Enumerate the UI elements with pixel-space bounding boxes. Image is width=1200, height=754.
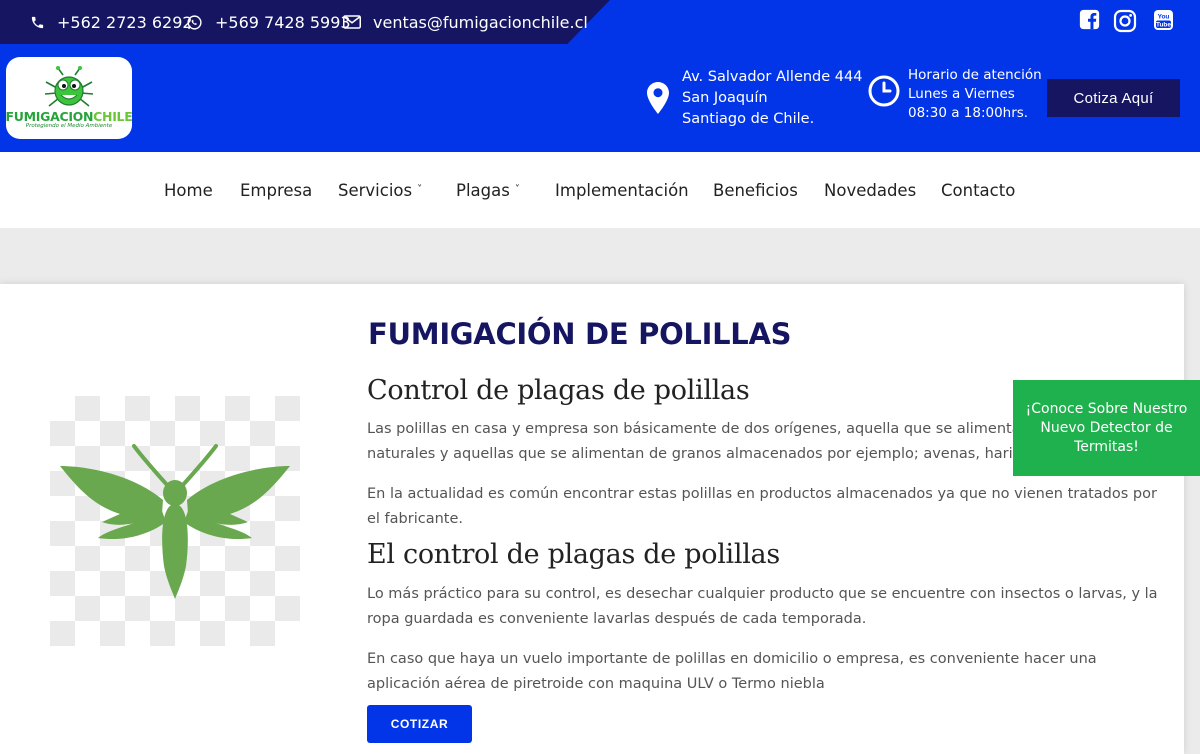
paragraph-3: Lo más práctico para su control, es dese… bbox=[367, 586, 1158, 627]
whatsapp-link[interactable]: +569 7428 5993 bbox=[186, 0, 351, 44]
moth-image bbox=[50, 396, 300, 646]
address-block: Av. Salvador Allende 444 San Joaquín San… bbox=[682, 67, 862, 130]
section-heading-2: El control de plagas de polillas bbox=[367, 539, 780, 570]
instagram-link[interactable] bbox=[1113, 9, 1137, 33]
logo-word-b: CHILE bbox=[93, 109, 133, 124]
whatsapp-icon bbox=[187, 14, 202, 30]
instagram-icon bbox=[1113, 9, 1137, 33]
svg-text:You: You bbox=[1158, 14, 1170, 21]
youtube-icon: YouTube bbox=[1154, 10, 1173, 30]
nav-item-home[interactable]: Home bbox=[164, 181, 213, 200]
whatsapp-text: +569 7428 5993 bbox=[215, 12, 351, 32]
phone-icon bbox=[31, 16, 44, 28]
main-nav: Home Empresa Servicios ˅ Plagas ˅ Implemen… bbox=[0, 152, 1200, 228]
email-link[interactable]: ventas@fumigacionchile.cl bbox=[343, 0, 588, 44]
phone-link[interactable]: +562 2723 6292 bbox=[30, 0, 193, 44]
nav-label: Empresa bbox=[240, 181, 313, 200]
youtube-link[interactable]: You Tube bbox=[1153, 9, 1174, 31]
moth-icon bbox=[60, 444, 290, 599]
termite-detector-promo[interactable]: ¡Conoce Sobre Nuestro Nuevo Detector de … bbox=[1013, 380, 1200, 476]
nav-item-beneficios[interactable]: Beneficios bbox=[713, 181, 798, 200]
site-header: FUMIGACIONCHILE Protegiendo el Medio Amb… bbox=[0, 44, 1200, 152]
opening-hours: Horario de atención Lunes a Viernes 08:3… bbox=[908, 66, 1042, 123]
email-text: ventas@fumigacionchile.cl bbox=[373, 12, 588, 32]
svg-text:Tube: Tube bbox=[1156, 22, 1171, 29]
nav-item-novedades[interactable]: Novedades bbox=[824, 181, 916, 200]
nav-label: Contacto bbox=[941, 181, 1016, 200]
phone-text: +562 2723 6292 bbox=[57, 12, 193, 32]
address-line-3: Santiago de Chile. bbox=[682, 111, 815, 127]
page-title: FUMIGACIÓN DE POLILLAS bbox=[368, 317, 792, 351]
nav-label: Plagas bbox=[456, 181, 510, 200]
facebook-link[interactable] bbox=[1079, 9, 1100, 30]
paragraph-4: En caso que haya un vuelo importante de … bbox=[367, 651, 1097, 692]
nav-label: Servicios bbox=[338, 181, 413, 200]
content-card: FUMIGACIÓN DE POLILLAS Control de plagas… bbox=[0, 284, 1184, 754]
address-line-2: San Joaquín bbox=[682, 90, 768, 106]
chevron-down-icon: ˅ bbox=[514, 184, 520, 195]
logo-tagline: Protegiendo el Medio Ambiente bbox=[25, 123, 113, 129]
paragraph-2: En la actualidad es común encontrar esta… bbox=[367, 486, 1157, 527]
chevron-down-icon: ˅ bbox=[417, 184, 423, 195]
logo-wordmark: FUMIGACIONCHILE bbox=[6, 110, 133, 123]
address-line-1: Av. Salvador Allende 444 bbox=[682, 69, 863, 85]
nav-item-plagas[interactable]: Plagas ˅ bbox=[456, 181, 520, 200]
nav-item-servicios[interactable]: Servicios ˅ bbox=[338, 181, 422, 200]
promo-text: ¡Conoce Sobre Nuestro Nuevo Detector de … bbox=[1025, 400, 1188, 455]
envelope-icon bbox=[343, 15, 361, 29]
bug-mascot-icon bbox=[44, 66, 94, 107]
nav-item-implementacion[interactable]: Implementación bbox=[555, 181, 689, 200]
clock-icon bbox=[868, 75, 900, 107]
hours-line-3: 08:30 a 18:00hrs. bbox=[908, 105, 1029, 121]
nav-label: Beneficios bbox=[713, 181, 798, 200]
top-contact-bar: +562 2723 6292 +569 7428 5993 ventas@fum… bbox=[0, 0, 1200, 44]
cotiza-aqui-button[interactable]: Cotiza Aquí bbox=[1047, 79, 1180, 117]
nav-item-empresa[interactable]: Empresa bbox=[240, 181, 312, 200]
cotizar-button[interactable]: COTIZAR bbox=[367, 705, 472, 743]
nav-label: Implementación bbox=[555, 181, 689, 200]
nav-label: Novedades bbox=[824, 181, 917, 200]
nav-item-contacto[interactable]: Contacto bbox=[941, 181, 1015, 200]
logo-word-a: FUMIGACION bbox=[5, 109, 94, 124]
nav-label: Home bbox=[164, 181, 213, 200]
hours-line-2: Lunes a Viernes bbox=[908, 86, 1015, 102]
section-heading-1: Control de plagas de polillas bbox=[367, 375, 750, 406]
location-pin-icon bbox=[647, 82, 669, 114]
facebook-icon bbox=[1079, 9, 1100, 30]
site-logo[interactable]: FUMIGACIONCHILE Protegiendo el Medio Amb… bbox=[6, 57, 133, 139]
hours-line-1: Horario de atención bbox=[908, 67, 1042, 83]
